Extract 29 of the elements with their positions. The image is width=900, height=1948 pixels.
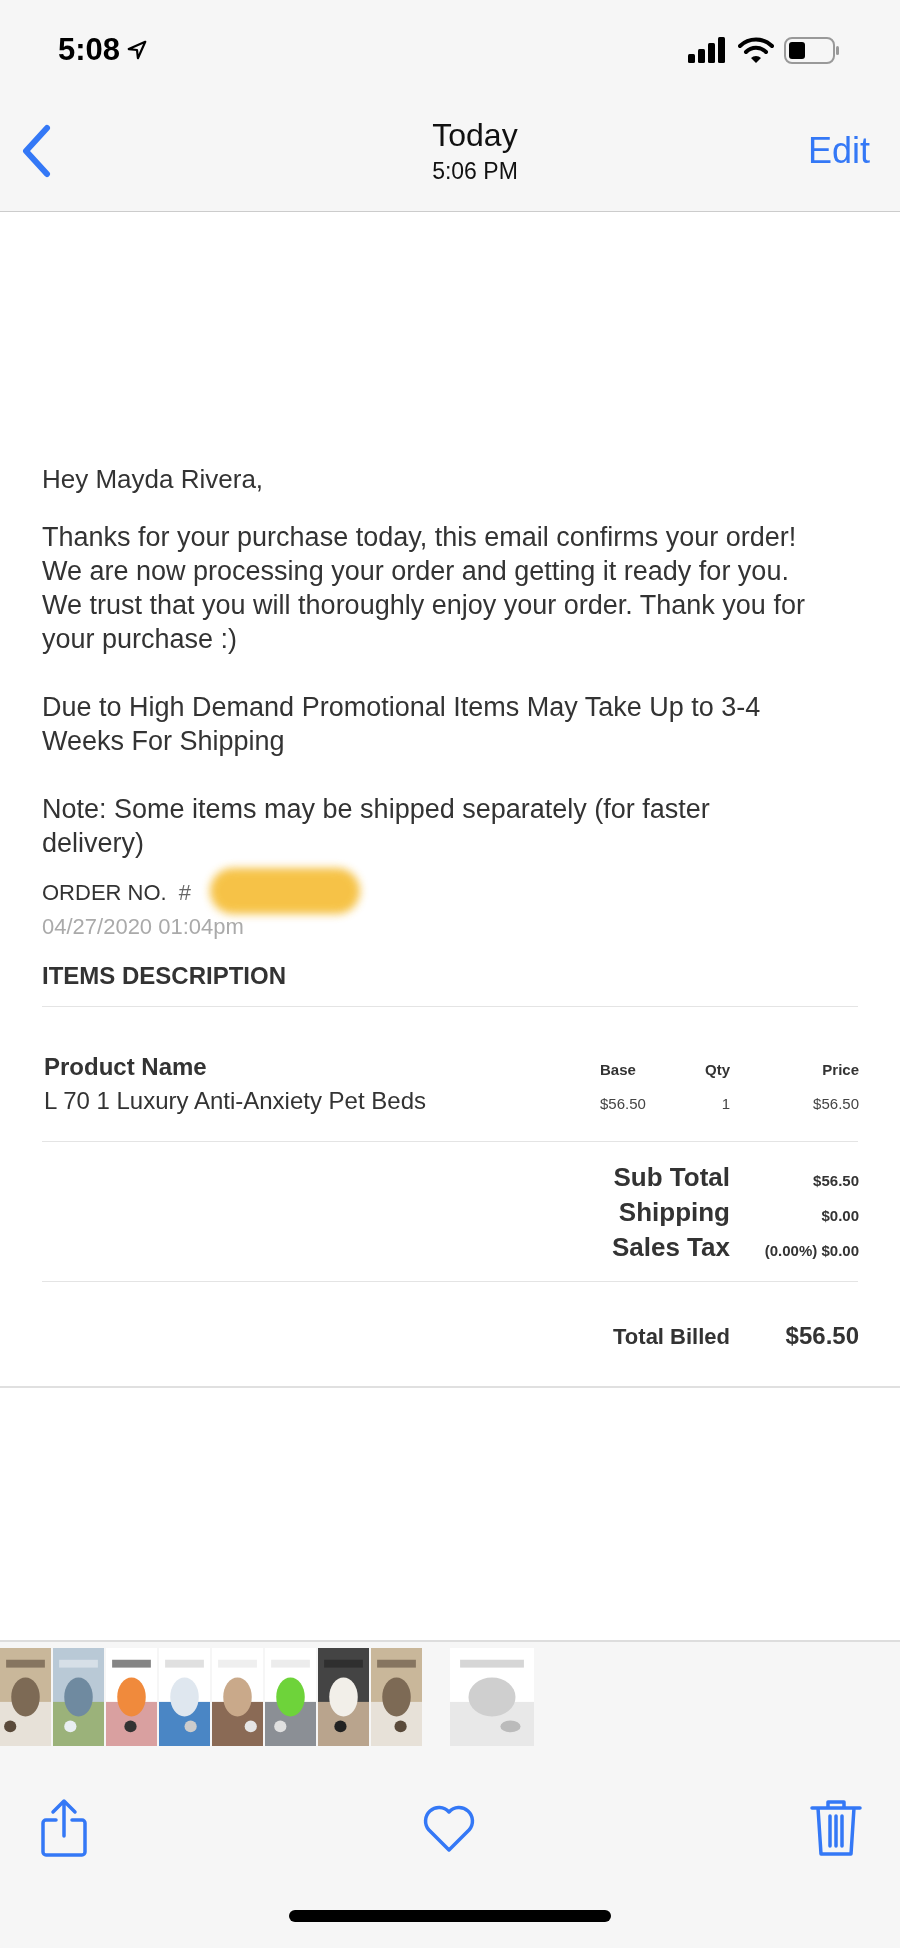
order-date: 04/27/2020 01:04pm	[42, 914, 245, 940]
status-time: 5:08	[58, 32, 121, 68]
total-billed-label: Total Billed	[612, 1324, 730, 1350]
body-text: Note: Some items may be shipped separately (for faster delivery)	[42, 793, 711, 860]
product-name: L 70 1 Luxury Anti-Anxiety Pet Beds	[44, 1087, 427, 1115]
total-label: Sub Total	[612, 1162, 730, 1193]
section-title: ITEMS DESCRIPTION	[42, 962, 858, 1007]
nav-title: Today	[432, 116, 518, 154]
total-billed-value: $56.50	[784, 1322, 859, 1350]
table-cell-text: 1	[720, 1095, 730, 1112]
column-header: Price	[821, 1061, 859, 1078]
greeting: Hey Mayda Rivera,	[42, 463, 265, 496]
total-value: (0.00%) $0.00	[763, 1242, 859, 1259]
total-label: Shipping	[617, 1197, 730, 1228]
column-header: Base	[600, 1061, 637, 1078]
nav-subtitle: 5:06 PM	[432, 157, 518, 185]
column-header: Qty	[704, 1061, 730, 1078]
total-value: $56.50	[812, 1172, 859, 1189]
order-label: ORDER NO.	[42, 880, 167, 906]
total-value: $0.00	[820, 1207, 859, 1224]
column-header: Product Name	[44, 1053, 208, 1081]
total-label: Sales Tax	[610, 1232, 730, 1263]
body-text: We are now processing your order and getting it ready for you. We trust that you will thoroughly enjoy your order. Thank you for your purchase :)	[42, 555, 806, 656]
table-cell-text: $56.50	[812, 1095, 859, 1112]
table-cell-text: $56.50	[600, 1095, 647, 1112]
body-text: Due to High Demand Promotional Items May Take Up to 3-4 Weeks For Shipping	[42, 691, 762, 758]
body-text: Thanks for your purchase today, this email confirms your order!	[42, 521, 798, 554]
order-number: #	[178, 880, 191, 906]
edit-button[interactable]: Edit	[807, 129, 870, 172]
